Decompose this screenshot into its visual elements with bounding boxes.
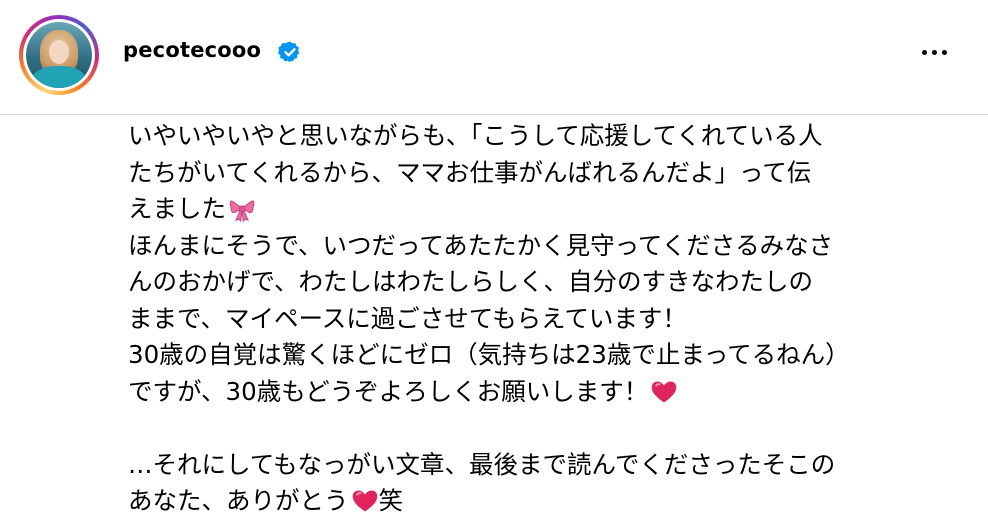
avatar-shirt [32,66,86,88]
caption-line: ほんまにそうで、いつだってあたたかく見守ってくださるみなさ [128,228,948,265]
avatar[interactable] [26,22,92,88]
verified-badge-icon [278,41,300,63]
caption-line: 30歳の自覚は驚くほどにゼロ（気持ちは23歳で止まってるねん） [128,337,948,374]
caption-text: んのおかげで、わたしはわたしらしく、自分のすきなわたしの [128,267,814,296]
caption-line: あなた、ありがとう 笑 [128,483,948,520]
username-link[interactable]: pecotecooo [123,38,261,62]
heart-emoji-icon [352,490,377,512]
caption-line: たちがいてくれるから、ママお仕事がんばれるんだよ」って伝 [128,155,948,192]
caption-text: ですが、30歳もどうぞよろしくお願いします！ [128,376,649,406]
caption-text: ままで、マイペースに過ごさせてもらえています！ [128,303,687,333]
caption-line: ままで、マイペースに過ごさせてもらえています！ [128,301,948,338]
caption-text: えました [128,194,226,223]
caption-text: あなた、ありがとう [128,486,349,515]
avatar-face [49,40,69,64]
caption-text: …それにしてもなっがい文章、最後まで読んでくださったそこの [128,449,836,479]
post-caption: いやいやいやと思いながらも、「こうして応援してくれている人 たちがいてくれるから… [128,118,948,520]
post-header: pecotecooo [0,0,988,115]
caption-line: …それにしてもなっがい文章、最後まで読んでくださったそこの [128,447,948,484]
caption-text: 30歳の自覚は驚くほどにゼロ（気持ちは23歳で止まってるねん） [128,340,850,369]
caption-line: ですが、30歳もどうぞよろしくお願いします！ [128,374,948,411]
caption-text: ほんまにそうで、いつだってあたたかく見守ってくださるみなさ [128,230,834,260]
caption-text: いやいやいやと思いながらも、「こうして応援してくれている人 [128,121,823,150]
caption-line: えました [128,191,948,228]
ribbon-emoji-icon [229,200,255,223]
caption-line: いやいやいやと思いながらも、「こうして応援してくれている人 [128,118,948,155]
more-options-icon[interactable] [918,38,952,66]
caption-line: んのおかげで、わたしはわたしらしく、自分のすきなわたしの [128,264,948,301]
heart-emoji-icon [651,381,677,403]
caption-text: 笑 [378,486,404,515]
caption-text: たちがいてくれるから、ママお仕事がんばれるんだよ」って伝 [128,157,812,187]
story-ring[interactable] [19,15,99,95]
